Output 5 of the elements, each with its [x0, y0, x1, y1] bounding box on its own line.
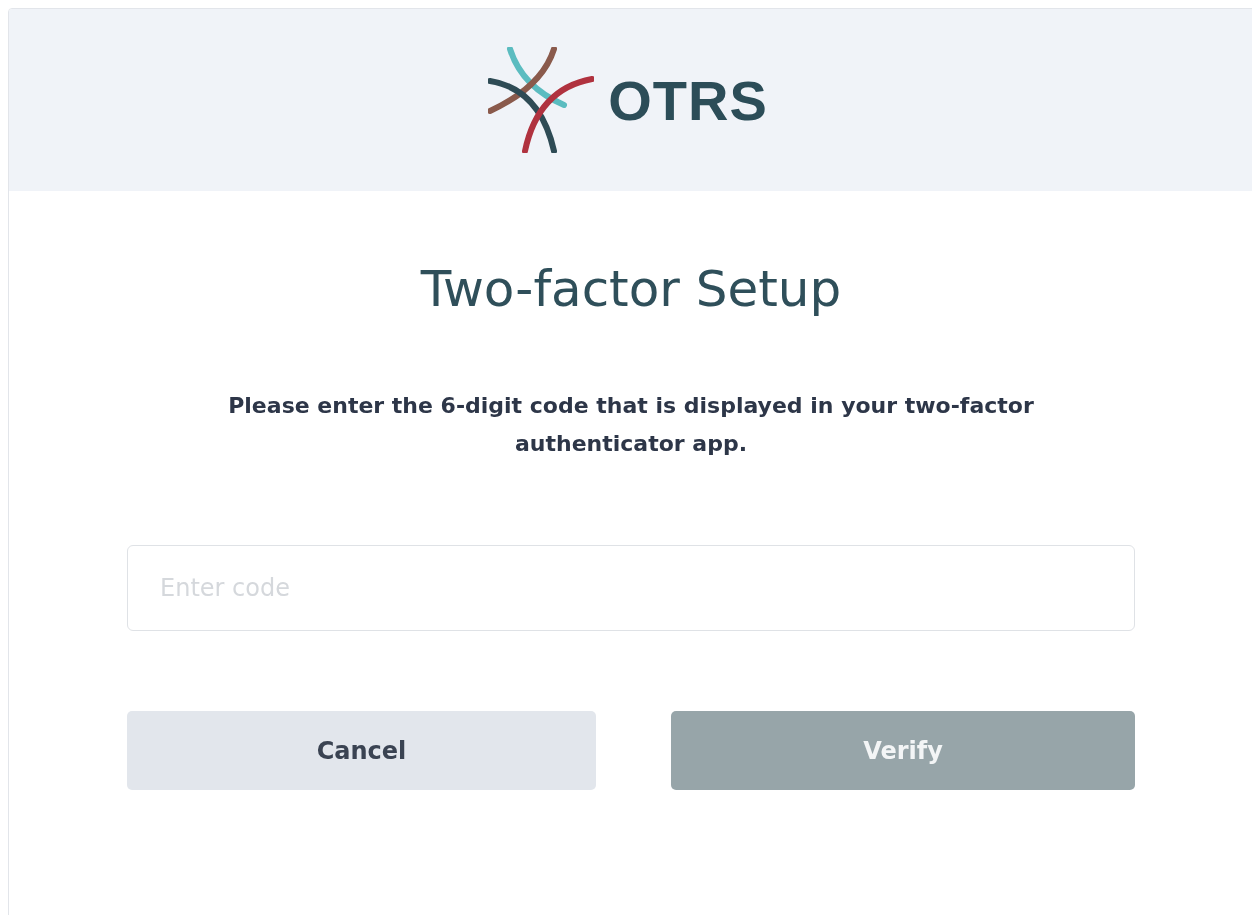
logo-text: OTRS: [608, 67, 768, 133]
instruction-text: Please enter the 6-digit code that is displayed in your two-factor authenticator app.: [227, 392, 1035, 458]
cancel-button[interactable]: Cancel: [127, 711, 596, 790]
page-title: Two-factor Setup: [419, 259, 843, 320]
logo-icon: [488, 47, 595, 153]
